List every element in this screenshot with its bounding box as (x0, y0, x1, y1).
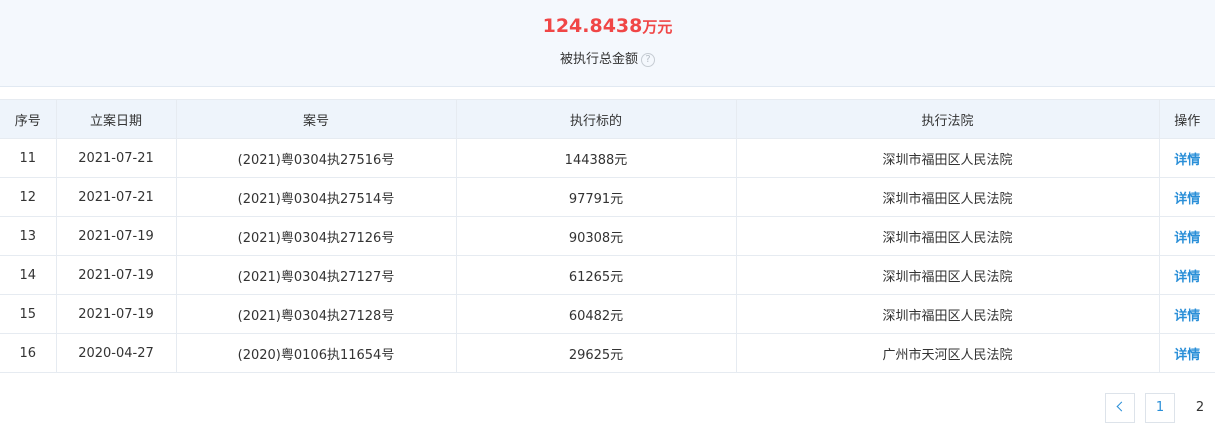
total-amount-value: 124.8438 (542, 15, 643, 37)
details-link[interactable]: 详情 (1158, 333, 1215, 373)
table-row: 13 2021-07-19 (2021)粤0304执27126号 90308元 … (0, 216, 1215, 256)
page-button-1[interactable]: 1 (1145, 393, 1175, 423)
cell-court: 深圳市福田区人民法院 (735, 255, 1160, 295)
pagination: 1 2 (0, 393, 1220, 423)
total-amount-label: 被执行总金额 (559, 52, 638, 67)
column-header-case-number: 案号 (175, 99, 457, 139)
cell-index: 15 (0, 294, 57, 334)
cell-case-number: (2021)粤0304执27126号 (175, 216, 457, 256)
column-header-action: 操作 (1158, 99, 1215, 139)
cell-case-number: (2021)粤0304执27128号 (175, 294, 457, 334)
cell-case-number: (2021)粤0304执27516号 (175, 138, 457, 178)
execution-summary: 124.8438万元 被执行总金额? (0, 0, 1215, 87)
cell-court: 深圳市福田区人民法院 (735, 177, 1160, 217)
cell-index: 13 (0, 216, 57, 256)
details-link[interactable]: 详情 (1158, 138, 1215, 178)
table-row: 14 2021-07-19 (2021)粤0304执27127号 61265元 … (0, 255, 1215, 295)
cell-index: 14 (0, 255, 57, 295)
execution-cases-table: 序号 立案日期 案号 执行标的 执行法院 操作 11 2021-07-21 (2… (0, 99, 1215, 373)
column-header-date: 立案日期 (55, 99, 177, 139)
prev-page-button[interactable] (1105, 393, 1135, 423)
cell-index: 16 (0, 333, 57, 373)
cell-target-amount: 60482元 (455, 294, 737, 334)
page-button-2-current[interactable]: 2 (1185, 393, 1215, 423)
cell-date: 2021-07-19 (55, 216, 177, 256)
total-amount-label-row: 被执行总金额? (0, 48, 1215, 67)
cell-court: 深圳市福田区人民法院 (735, 216, 1160, 256)
cell-target-amount: 61265元 (455, 255, 737, 295)
cell-target-amount: 29625元 (455, 333, 737, 373)
cell-index: 11 (0, 138, 57, 178)
table-row: 12 2021-07-21 (2021)粤0304执27514号 97791元 … (0, 177, 1215, 217)
column-header-index: 序号 (0, 99, 57, 139)
total-amount-unit: 万元 (642, 18, 673, 36)
cell-case-number: (2020)粤0106执11654号 (175, 333, 457, 373)
details-link[interactable]: 详情 (1158, 255, 1215, 295)
cell-case-number: (2021)粤0304执27514号 (175, 177, 457, 217)
column-header-court: 执行法院 (735, 99, 1160, 139)
cell-target-amount: 90308元 (455, 216, 737, 256)
help-icon[interactable]: ? (641, 53, 655, 67)
cell-index: 12 (0, 177, 57, 217)
details-link[interactable]: 详情 (1158, 216, 1215, 256)
chevron-left-icon (1116, 401, 1127, 412)
column-header-target-amount: 执行标的 (455, 99, 737, 139)
cell-date: 2020-04-27 (55, 333, 177, 373)
table-row: 16 2020-04-27 (2020)粤0106执11654号 29625元 … (0, 333, 1215, 373)
details-link[interactable]: 详情 (1158, 294, 1215, 334)
cell-date: 2021-07-19 (55, 294, 177, 334)
cell-court: 深圳市福田区人民法院 (735, 294, 1160, 334)
cell-target-amount: 97791元 (455, 177, 737, 217)
cell-date: 2021-07-19 (55, 255, 177, 295)
total-amount: 124.8438万元 (0, 15, 1215, 37)
cell-case-number: (2021)粤0304执27127号 (175, 255, 457, 295)
cell-target-amount: 144388元 (455, 138, 737, 178)
cell-court: 深圳市福田区人民法院 (735, 138, 1160, 178)
details-link[interactable]: 详情 (1158, 177, 1215, 217)
table-header-row: 序号 立案日期 案号 执行标的 执行法院 操作 (0, 99, 1215, 139)
cell-court: 广州市天河区人民法院 (735, 333, 1160, 373)
table-row: 11 2021-07-21 (2021)粤0304执27516号 144388元… (0, 138, 1215, 178)
cell-date: 2021-07-21 (55, 138, 177, 178)
cell-date: 2021-07-21 (55, 177, 177, 217)
table-row: 15 2021-07-19 (2021)粤0304执27128号 60482元 … (0, 294, 1215, 334)
